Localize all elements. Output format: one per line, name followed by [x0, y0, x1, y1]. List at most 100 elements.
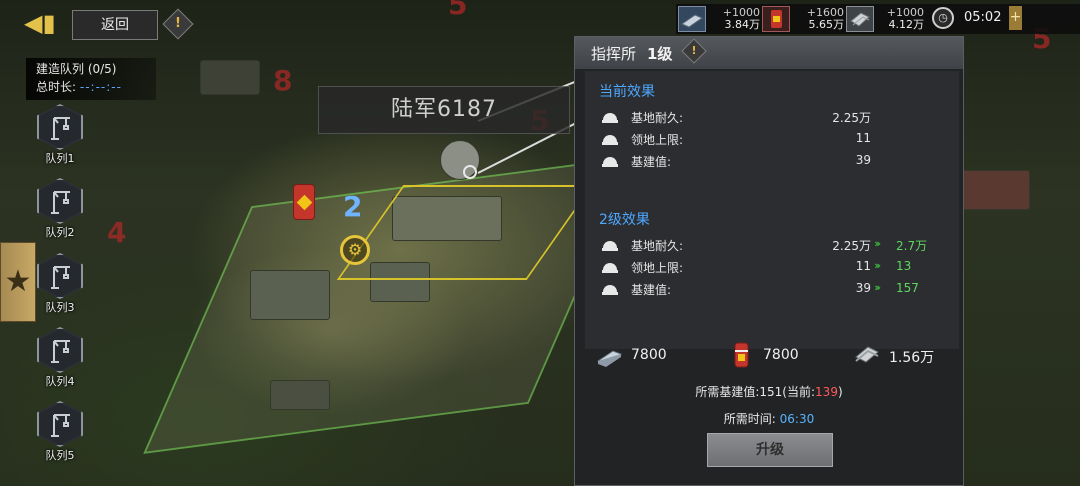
resource-total: 5.65万 [808, 18, 845, 31]
oil-barrel-icon[interactable] [293, 184, 315, 220]
effect-label: 基建值: [631, 155, 672, 169]
warning-icon: ! [175, 16, 181, 31]
effect-row: 基地耐久: 2.25万 [601, 107, 941, 127]
helmet-icon [602, 113, 618, 123]
current-effects-title: 当前效果 [599, 84, 655, 100]
queue-slot-1[interactable]: 队列1 [34, 104, 86, 170]
queue-slot-label: 队列1 [45, 152, 75, 165]
effect-row: 基建值: 39 [601, 151, 941, 171]
clock-time: 05:02 [964, 10, 1002, 25]
side-star-tab[interactable]: ★ [0, 242, 36, 322]
add-resource-button[interactable]: + [1009, 6, 1022, 30]
effect-value: 2.25万 [832, 111, 871, 125]
warning-icon: ! [691, 44, 697, 57]
effect-value: 2.25万 [832, 239, 871, 253]
effect-label: 基地耐久: [631, 239, 684, 253]
steel-bar-icon [678, 6, 706, 32]
cost-value: 7800 [763, 347, 799, 363]
upgrade-arrow-icon: ››› [874, 237, 881, 250]
tank-unit[interactable] [270, 380, 330, 410]
queue-slot-label: 队列4 [45, 375, 75, 388]
distant-building[interactable] [200, 60, 260, 95]
cost-value: 1.56万 [889, 350, 935, 366]
effect-value: 11 [855, 259, 871, 273]
crane-icon [51, 266, 70, 289]
building-level-marker: 2 [343, 190, 363, 223]
effect-label: 领地上限: [631, 133, 684, 147]
cost-value: 7800 [631, 347, 667, 363]
selection-ring-icon [463, 165, 477, 179]
helmet-icon [602, 263, 618, 273]
upgrade-arrow-icon: ››› [874, 281, 881, 294]
required-base-label: 所需基建值:151(当前: [695, 385, 816, 399]
building-info-panel: 指挥所 1级 ! 当前效果 基地耐久: 2.25万 领地上限: 11 基建值: … [574, 36, 964, 486]
upgrade-arrow-icon: ››› [874, 259, 881, 272]
effect-value: 39 [855, 153, 871, 167]
queue-slot-4[interactable]: 队列4 [34, 327, 86, 393]
queue-slot-label: 队列3 [45, 301, 75, 314]
oil-barrel-icon [762, 6, 790, 32]
next-level-effects-title: 2级效果 [599, 212, 650, 228]
area-number: 8 [273, 64, 293, 97]
back-button[interactable]: 返回 [72, 10, 158, 40]
queue-slot-label: 队列5 [45, 449, 75, 462]
effect-label: 基地耐久: [631, 111, 684, 125]
resource-total: 3.84万 [724, 18, 761, 31]
effect-label: 领地上限: [631, 261, 684, 275]
effect-row: 领地上限: 11 ››› 13 [601, 257, 941, 277]
area-number: 5 [448, 0, 468, 21]
concrete-icon [855, 346, 879, 363]
required-base-value: 所需基建值:151(当前:139) [575, 383, 963, 400]
helmet-icon [602, 241, 618, 251]
queue-slot-2[interactable]: 队列2 [34, 178, 86, 244]
panel-header: 指挥所 1级 ! [575, 37, 963, 69]
total-time-value: --:--:-- [79, 80, 122, 94]
upgrade-button[interactable]: 升级 [707, 433, 833, 467]
oil-barrel-icon [734, 342, 749, 368]
clock-icon[interactable]: ◷ [932, 7, 954, 29]
back-chevron-icon[interactable]: ◀▮ [24, 10, 58, 36]
resource-oil[interactable]: +1600 5.65万 [762, 6, 844, 32]
required-base-close: ) [837, 385, 843, 399]
resource-total: 4.12万 [888, 18, 925, 31]
helmet-icon [602, 157, 618, 167]
crane-icon [51, 117, 70, 140]
effect-new-value: 157 [896, 281, 919, 295]
resource-steel[interactable]: +1000 3.84万 [678, 6, 760, 32]
city-name-label[interactable]: 陆军6187 [318, 86, 570, 134]
steel-bar-icon [596, 350, 623, 367]
crane-icon [51, 191, 70, 214]
effect-row: 领地上限: 11 [601, 129, 941, 149]
resource-concrete[interactable]: +1000 4.12万 [846, 6, 924, 32]
required-time-value: 06:30 [779, 412, 815, 426]
crane-icon [51, 340, 70, 363]
build-gear-icon[interactable]: ⚙ [340, 235, 370, 265]
effect-value: 11 [855, 131, 871, 145]
crane-icon [51, 414, 70, 437]
required-time-label: 所需时间: [723, 412, 776, 426]
build-queue-info: 建造队列 (0/5) 总时长: --:--:-- [26, 58, 156, 100]
helmet-icon [602, 135, 618, 145]
star-icon: ★ [4, 264, 32, 299]
info-button[interactable]: ! [681, 38, 707, 64]
helmet-icon [602, 285, 618, 295]
area-number: 4 [107, 216, 127, 249]
queue-slot-5[interactable]: 队列5 [34, 401, 86, 467]
building-name: 指挥所 [591, 45, 637, 63]
effects-box: 当前效果 基地耐久: 2.25万 领地上限: 11 基建值: 39 2级效果 基… [585, 71, 959, 349]
total-time-label: 总时长: [36, 80, 77, 94]
effect-value: 39 [855, 281, 871, 295]
effect-new-value: 13 [896, 259, 912, 273]
building-level: 1级 [647, 45, 673, 63]
current-base-value: 139 [815, 385, 838, 399]
effect-label: 基建值: [631, 283, 672, 297]
required-time: 所需时间: 06:30 [575, 410, 963, 427]
effect-row: 基建值: 39 ››› 157 [601, 279, 941, 299]
concrete-icon [846, 6, 874, 32]
queue-slot-3[interactable]: 队列3 [34, 253, 86, 319]
queue-slot-label: 队列2 [45, 226, 75, 239]
build-queue-title: 建造队列 (0/5) [36, 62, 117, 76]
effect-new-value: 2.7万 [896, 239, 928, 253]
hangar-building[interactable] [250, 270, 330, 320]
distant-building[interactable] [960, 170, 1030, 210]
